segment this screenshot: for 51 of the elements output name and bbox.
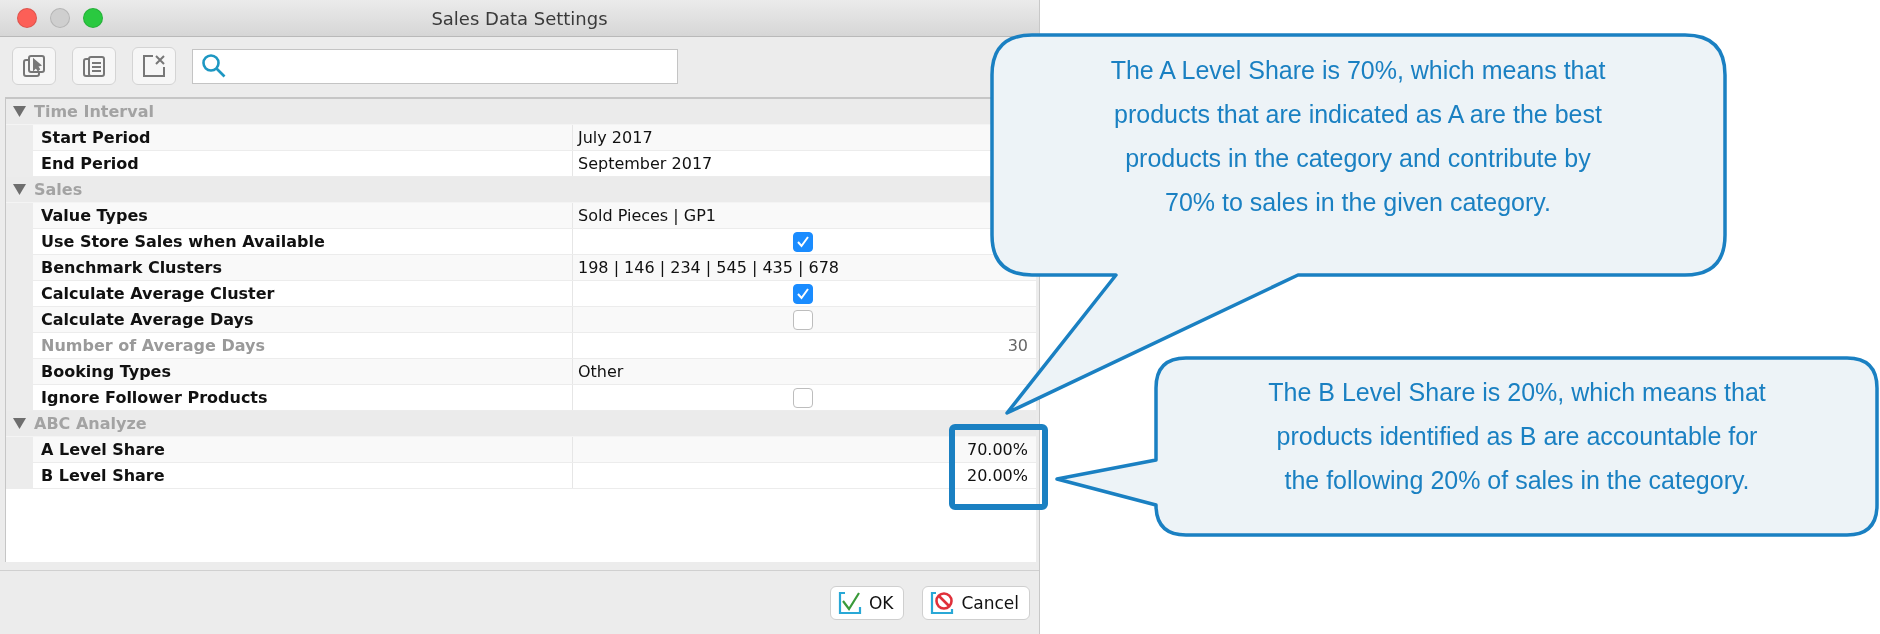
close-button[interactable] xyxy=(17,8,37,28)
toolbar-button[interactable] xyxy=(72,47,116,85)
checkmark-icon xyxy=(836,589,863,616)
property-label: End Period xyxy=(41,154,139,173)
callout-text: The B Level Share is 20%, which means that products identified as B are accountable for the following 20% of sales in the category. xyxy=(1268,377,1766,496)
value-cell[interactable] xyxy=(573,307,1036,332)
checkbox[interactable] xyxy=(793,283,813,304)
property-label: Benchmark Clusters xyxy=(41,258,222,277)
property-value: 30 xyxy=(1007,336,1028,355)
search-field[interactable] xyxy=(192,48,678,84)
window-title: Sales Data Settings xyxy=(431,7,608,29)
checkbox[interactable] xyxy=(793,387,813,408)
property-label: Calculate Average Days xyxy=(41,310,254,329)
checkbox[interactable] xyxy=(793,231,813,252)
disclosure-icon[interactable] xyxy=(13,418,26,429)
property-value: Sold Pieces | GP1 xyxy=(578,206,716,225)
zoom-button[interactable] xyxy=(83,8,103,28)
section-title: Sales xyxy=(34,180,83,199)
section-title: Time Interval xyxy=(34,102,154,121)
value-cell[interactable]: 70.00% xyxy=(573,437,1036,462)
callout-text: The A Level Share is 70%, which means that products that are indicated as A are the best products in the category and contribute by 70% to sales in the given category. xyxy=(1110,55,1606,218)
property-label: B Level Share xyxy=(41,466,165,485)
no-entry-icon xyxy=(929,589,956,616)
clipboard-icon xyxy=(81,53,107,79)
property-value: September 2017 xyxy=(578,154,713,173)
toolbar-button[interactable] xyxy=(132,47,176,85)
property-label: Ignore Follower Products xyxy=(41,388,268,407)
disclosure-icon[interactable] xyxy=(13,184,26,195)
property-label: Value Types xyxy=(41,206,148,225)
property-label: Calculate Average Cluster xyxy=(41,284,275,303)
value-cell[interactable]: Other xyxy=(573,359,1036,384)
property-value: 20.00% xyxy=(967,466,1028,485)
search-icon xyxy=(201,53,227,79)
value-cell[interactable]: 198 | 146 | 234 | 545 | 435 | 678 xyxy=(573,255,1036,280)
property-value: 198 | 146 | 234 | 545 | 435 | 678 xyxy=(578,258,840,277)
property-label: Start Period xyxy=(41,128,151,147)
property-value: July 2017 xyxy=(578,128,653,147)
property-label: Booking Types xyxy=(41,362,171,381)
property-label: Number of Average Days xyxy=(41,336,265,355)
property-value: Other xyxy=(578,362,624,381)
property-label: Use Store Sales when Available xyxy=(41,232,325,251)
property-value: 70.00% xyxy=(967,440,1028,459)
cancel-button[interactable]: Cancel xyxy=(922,585,1030,620)
section-title: ABC Analyze xyxy=(34,414,147,433)
toolbar-button[interactable] xyxy=(12,47,56,85)
property-label: A Level Share xyxy=(41,440,165,459)
ok-button[interactable]: OK xyxy=(829,585,905,620)
clear-icon xyxy=(141,53,167,79)
checkbox[interactable] xyxy=(793,309,813,330)
copy-icon xyxy=(21,53,47,79)
disclosure-icon[interactable] xyxy=(13,106,26,117)
